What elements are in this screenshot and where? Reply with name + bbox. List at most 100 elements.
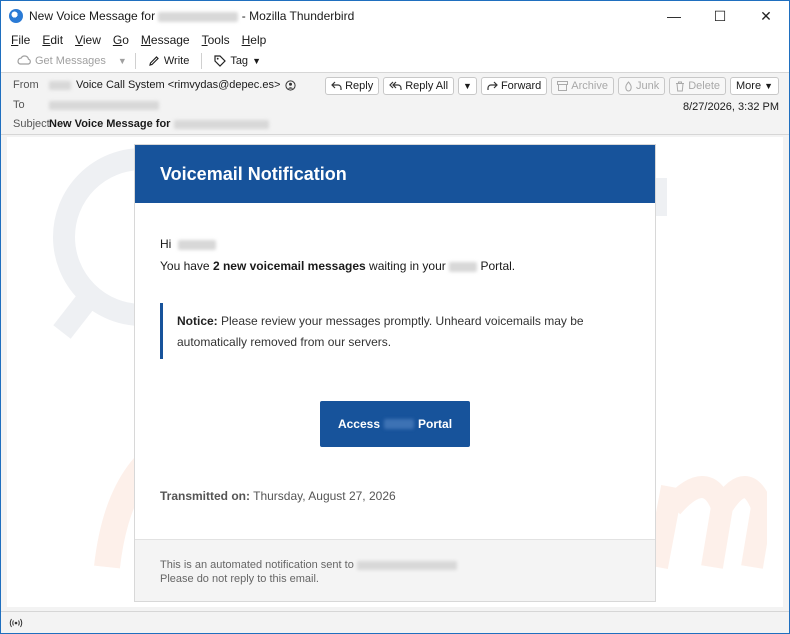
forward-icon <box>487 81 498 91</box>
email-title: Voicemail Notification <box>160 163 347 184</box>
from-value[interactable]: Voice Call System <rimvydas@depec.es> <box>76 79 280 91</box>
message-body-pane: Voicemail Notification Hi You have 2 new… <box>7 137 783 607</box>
voicemail-count-line: You have 2 new voicemail messages waitin… <box>160 259 630 273</box>
menu-help[interactable]: Help <box>242 33 267 47</box>
line-prefix: You have <box>160 259 213 273</box>
status-bar <box>1 611 789 633</box>
junk-label: Junk <box>635 80 660 92</box>
chevron-down-icon: ▼ <box>252 55 261 66</box>
chevron-down-icon: ▼ <box>463 81 472 91</box>
archive-button[interactable]: Archive <box>551 77 614 95</box>
reply-all-button[interactable]: Reply All <box>383 77 455 95</box>
archive-icon <box>557 81 569 91</box>
redacted-portal-name <box>384 419 415 429</box>
redacted-recipient <box>158 11 239 22</box>
notice-box: Notice: Please review your messages prom… <box>160 303 630 359</box>
footer-line-1: This is an automated notification sent t… <box>160 558 630 572</box>
message-header-pane: From Voice Call System <rimvydas@depec.e… <box>1 73 789 135</box>
delete-button[interactable]: Delete <box>669 77 727 95</box>
cloud-download-icon <box>17 54 31 67</box>
message-actions: Reply Reply All ▼ Forward Archive Junk D… <box>325 77 779 95</box>
get-messages-label: Get Messages <box>35 54 106 67</box>
tag-button[interactable]: Tag ▼ <box>210 53 265 69</box>
minimize-button[interactable]: — <box>651 1 697 31</box>
get-messages-button[interactable]: Get Messages <box>13 53 110 69</box>
redacted-to-value <box>49 100 159 110</box>
transmitted-label: Transmitted on: <box>160 489 251 503</box>
menu-file[interactable]: File <box>11 33 30 47</box>
reply-button[interactable]: Reply <box>325 77 380 95</box>
subject-label: Subject <box>13 118 50 130</box>
reply-all-label: Reply All <box>405 80 449 92</box>
thunderbird-window: New Voice Message for - Mozilla Thunderb… <box>0 0 790 634</box>
delete-label: Delete <box>688 80 721 92</box>
subject-value: New Voice Message for <box>49 118 171 130</box>
cta-container: Access Portal <box>160 401 630 447</box>
redacted-sender-name <box>49 80 71 90</box>
notice-label: Notice: <box>177 314 218 328</box>
redacted-subject-recipient <box>174 119 270 129</box>
thunderbird-app-icon <box>9 9 23 23</box>
reply-all-dropdown[interactable]: ▼ <box>458 77 477 95</box>
to-row: To <box>13 99 159 111</box>
line-middle: waiting in your <box>365 259 446 273</box>
more-button[interactable]: More ▼ <box>730 77 779 95</box>
line-suffix: Portal. <box>480 259 516 273</box>
reply-icon <box>331 81 342 91</box>
email-content: Hi You have 2 new voicemail messages wai… <box>135 203 655 503</box>
cta-right-label: Portal <box>418 417 453 431</box>
cta-left-label: Access <box>337 417 381 431</box>
maximize-button[interactable]: ☐ <box>697 1 743 31</box>
email-card: Voicemail Notification Hi You have 2 new… <box>134 144 656 602</box>
menu-message[interactable]: Message <box>141 33 190 47</box>
to-label: To <box>13 99 25 111</box>
junk-flame-icon <box>624 80 633 92</box>
message-date: 8/27/2026, 3:32 PM <box>682 101 779 113</box>
write-button[interactable]: Write <box>144 53 193 69</box>
email-footer: This is an automated notification sent t… <box>135 539 655 601</box>
archive-label: Archive <box>571 80 608 92</box>
close-button[interactable]: ✕ <box>743 1 789 31</box>
access-portal-button[interactable]: Access Portal <box>320 401 470 447</box>
junk-button[interactable]: Junk <box>617 77 666 95</box>
contact-icon[interactable] <box>285 79 296 91</box>
get-messages-dropdown-icon[interactable]: ▼ <box>118 56 127 66</box>
tag-label: Tag <box>230 54 249 67</box>
redacted-portal-name <box>449 261 478 272</box>
greeting: Hi <box>160 237 630 251</box>
transmitted-date: Thursday, August 27, 2026 <box>250 489 396 503</box>
menu-tools[interactable]: Tools <box>202 33 230 47</box>
notice-text: Please review your messages promptly. Un… <box>177 314 584 349</box>
transmitted-line: Transmitted on: Thursday, August 27, 202… <box>160 489 630 503</box>
footer-line-2: Please do not reply to this email. <box>160 573 319 585</box>
toolbar-separator <box>134 52 136 69</box>
redacted-name <box>177 239 216 250</box>
chevron-down-icon: ▼ <box>764 81 773 91</box>
window-controls: — ☐ ✕ <box>651 1 789 31</box>
menu-view[interactable]: View <box>75 33 101 47</box>
reply-all-icon <box>389 81 402 91</box>
greeting-text: Hi <box>160 237 172 251</box>
tag-icon <box>214 54 227 67</box>
pencil-icon <box>148 55 160 67</box>
forward-button[interactable]: Forward <box>480 77 548 95</box>
reply-label: Reply <box>345 80 374 92</box>
window-title-prefix: New Voice Message for <box>29 9 156 23</box>
menu-bar: File Edit View Go Message Tools Help <box>1 31 789 49</box>
voicemail-count: 2 new voicemail messages <box>212 259 366 273</box>
menu-edit[interactable]: Edit <box>42 33 63 47</box>
more-label: More <box>736 80 762 92</box>
from-row: From Voice Call System <rimvydas@depec.e… <box>13 79 296 91</box>
window-title: New Voice Message for - Mozilla Thunderb… <box>29 9 354 23</box>
window-title-suffix: - Mozilla Thunderbird <box>241 9 355 23</box>
menu-go[interactable]: Go <box>113 33 129 47</box>
write-label: Write <box>163 54 190 67</box>
trash-icon <box>675 81 685 92</box>
toolbar-separator <box>201 52 203 69</box>
footer-text-1: This is an automated notification sent t… <box>160 559 354 571</box>
subject-row: Subject New Voice Message for <box>13 118 270 130</box>
from-label: From <box>13 79 39 91</box>
main-toolbar: Get Messages ▼ Write Tag ▼ <box>1 49 789 73</box>
connection-status-icon[interactable] <box>9 618 23 628</box>
title-bar: New Voice Message for - Mozilla Thunderb… <box>1 1 789 31</box>
